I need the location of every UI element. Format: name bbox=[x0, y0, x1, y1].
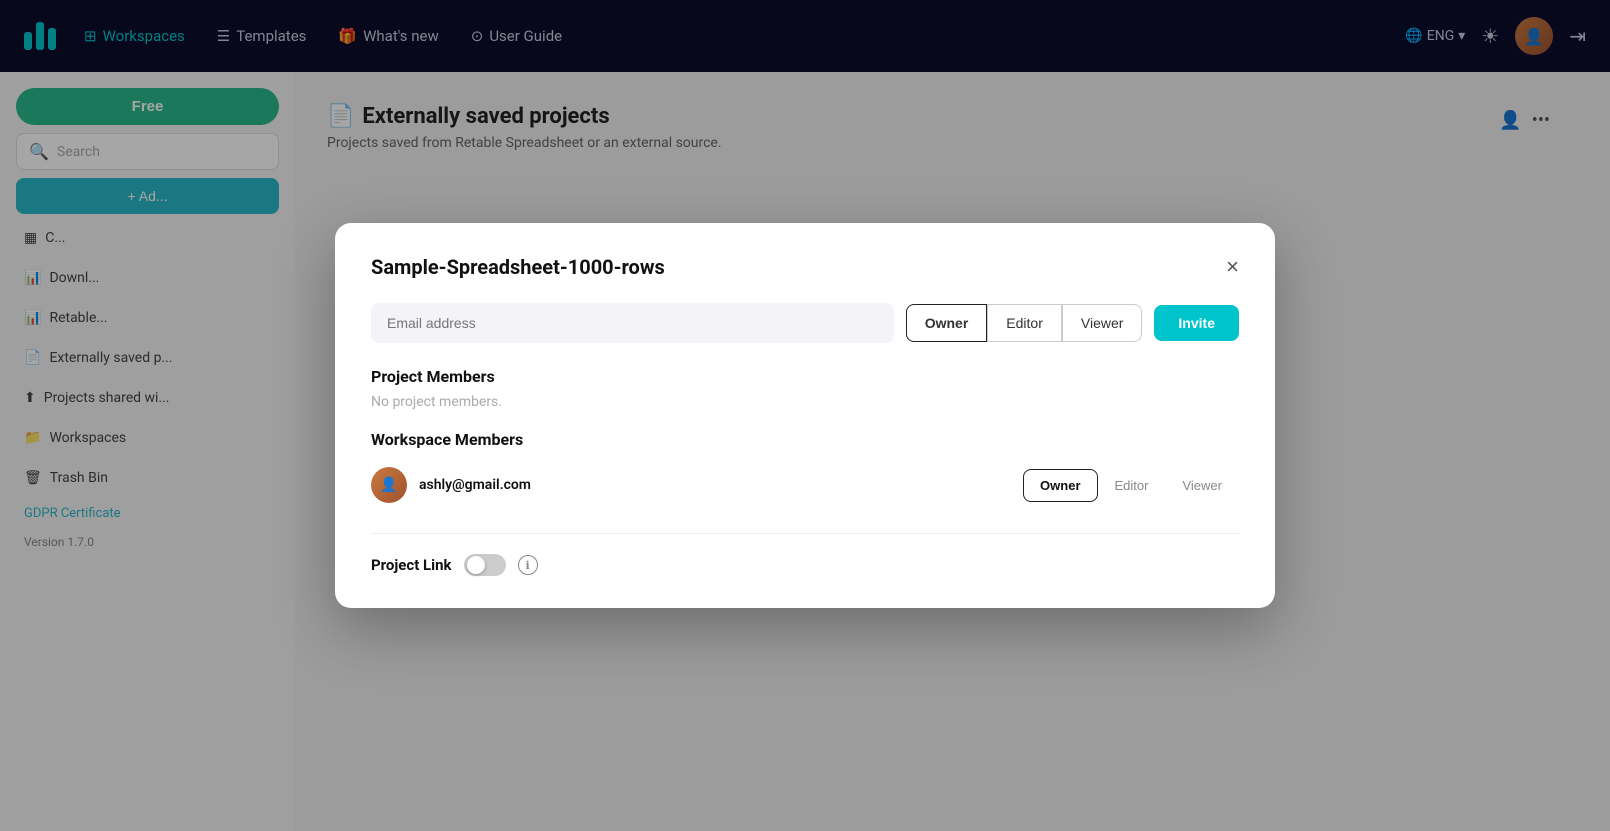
member-avatar: 👤 bbox=[371, 467, 407, 503]
workspace-members-title: Workspace Members bbox=[371, 430, 1239, 449]
role-owner-button[interactable]: Owner bbox=[906, 304, 988, 342]
toggle-background bbox=[464, 554, 506, 576]
project-link-toggle[interactable] bbox=[464, 554, 506, 576]
info-icon[interactable]: ℹ bbox=[518, 555, 538, 575]
role-viewer-button[interactable]: Viewer bbox=[1062, 304, 1143, 342]
project-members-title: Project Members bbox=[371, 367, 1239, 386]
member-role-buttons: Owner Editor Viewer bbox=[1023, 469, 1239, 502]
role-editor-button[interactable]: Editor bbox=[987, 304, 1062, 342]
modal-footer: Project Link ℹ bbox=[371, 533, 1239, 576]
project-link-label: Project Link bbox=[371, 556, 452, 574]
member-role-viewer-button[interactable]: Viewer bbox=[1165, 469, 1239, 502]
invite-row: Owner Editor Viewer Invite bbox=[371, 303, 1239, 343]
modal-header: Sample-Spreadsheet-1000-rows × bbox=[371, 255, 1239, 279]
no-members-label: No project members. bbox=[371, 394, 1239, 410]
toggle-knob bbox=[467, 556, 485, 574]
member-role-editor-button[interactable]: Editor bbox=[1098, 469, 1166, 502]
invite-role-buttons: Owner Editor Viewer bbox=[906, 304, 1143, 342]
invite-button[interactable]: Invite bbox=[1154, 305, 1239, 341]
member-role-owner-button[interactable]: Owner bbox=[1023, 469, 1097, 502]
email-input[interactable] bbox=[371, 303, 894, 343]
modal-overlay: Sample-Spreadsheet-1000-rows × Owner Edi… bbox=[0, 0, 1610, 831]
member-email: ashly@gmail.com bbox=[419, 477, 1011, 493]
share-modal: Sample-Spreadsheet-1000-rows × Owner Edi… bbox=[335, 223, 1275, 608]
member-row: 👤 ashly@gmail.com Owner Editor Viewer bbox=[371, 457, 1239, 513]
avatar-initials: 👤 bbox=[380, 477, 397, 493]
modal-close-button[interactable]: × bbox=[1226, 256, 1239, 278]
modal-title: Sample-Spreadsheet-1000-rows bbox=[371, 255, 665, 279]
